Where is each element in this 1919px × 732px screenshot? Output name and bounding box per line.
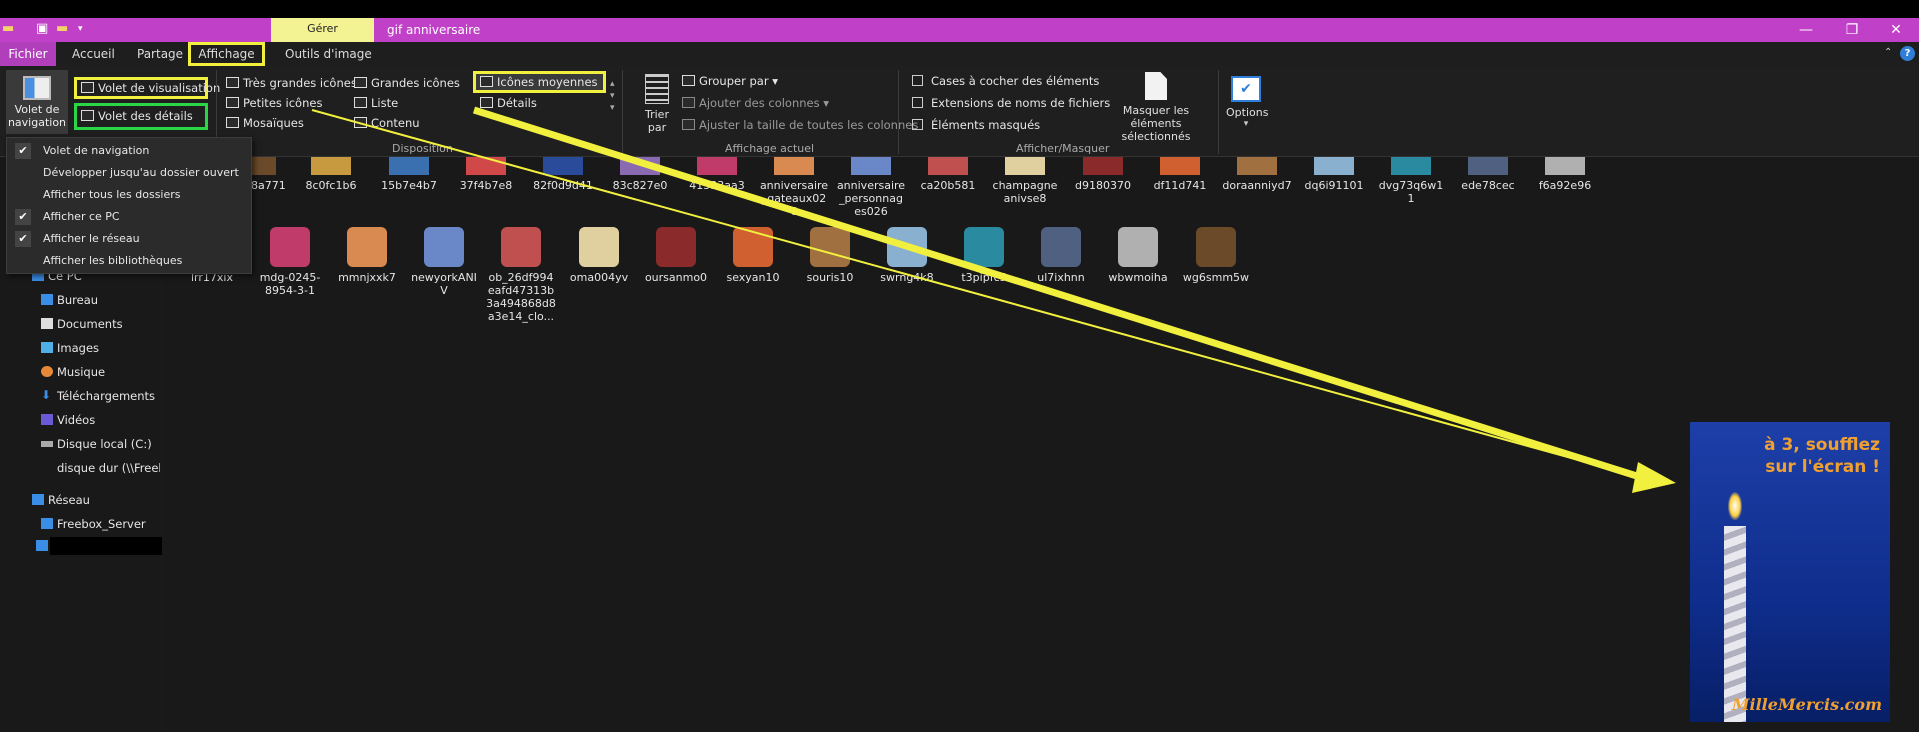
- promo-line-2: sur l'écran !: [1765, 457, 1880, 477]
- arrow-head-icon: [1632, 462, 1676, 493]
- candle-icon: [1724, 526, 1746, 722]
- annotation-arrow: [472, 106, 1642, 481]
- preview-pane-image: à 3, soufflez sur l'écran ! MilleMercis.…: [1690, 422, 1890, 722]
- flame-icon: [1728, 492, 1742, 520]
- promo-text: à 3, soufflez sur l'écran !: [1764, 434, 1880, 478]
- brand-logo: MilleMercis.com: [1731, 695, 1882, 714]
- promo-line-1: à 3, soufflez: [1764, 435, 1880, 455]
- annotation-thin-line: [311, 109, 1641, 478]
- annotation-overlay: [311, 106, 1676, 493]
